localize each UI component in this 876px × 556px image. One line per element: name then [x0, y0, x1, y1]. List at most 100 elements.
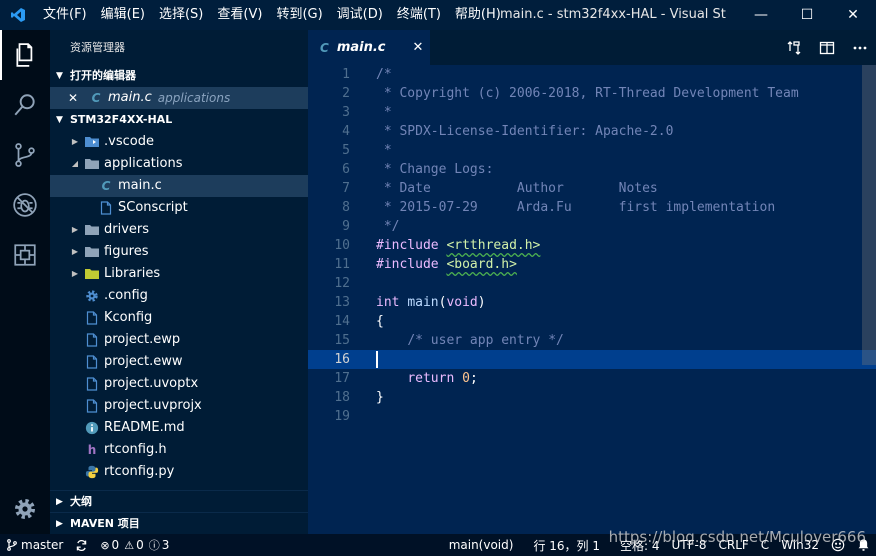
tab-close-icon[interactable]: ✕: [406, 40, 430, 55]
tree-item[interactable]: Kconfig: [50, 307, 308, 329]
code-line[interactable]: 14 {: [308, 312, 876, 331]
tree-item[interactable]: ▶ .vscode: [50, 131, 308, 153]
line-number: 12: [334, 276, 350, 291]
problems-indicator[interactable]: ⊗ 0 ⚠ 0 ⓘ 3: [94, 537, 175, 553]
line-text: return 0;: [376, 369, 477, 388]
tab-main-c[interactable]: C main.c ✕: [308, 30, 430, 65]
tree-item[interactable]: project.uvprojx: [50, 395, 308, 417]
sync-icon[interactable]: [69, 539, 94, 552]
code-token: 0: [462, 371, 470, 386]
tree-item[interactable]: README.md: [50, 417, 308, 439]
tree-item[interactable]: SConscript: [50, 197, 308, 219]
line-number: 1: [342, 67, 350, 82]
search-icon[interactable]: [0, 80, 50, 130]
code-line[interactable]: 12: [308, 274, 876, 293]
minimize-button[interactable]: —: [738, 0, 784, 30]
warning-count: 0: [136, 538, 144, 552]
tree-item[interactable]: Cmain.c: [50, 175, 308, 197]
code-line[interactable]: 2 * Copyright (c) 2006-2018, RT-Thread D…: [308, 84, 876, 103]
open-editors-header[interactable]: ▼ 打开的编辑器: [50, 65, 308, 87]
menu-file[interactable]: 文件(F): [36, 0, 94, 30]
debug-icon[interactable]: [0, 180, 50, 230]
code-line[interactable]: 15 /* user app entry */: [308, 331, 876, 350]
code-line[interactable]: 17 return 0;: [308, 369, 876, 388]
line-number: 8: [342, 200, 350, 215]
line-text: * Change Logs:: [376, 160, 494, 179]
info-icon: ⓘ: [148, 539, 160, 552]
folder-icon: [82, 157, 102, 171]
editor-tab-bar: C main.c ✕: [308, 30, 876, 65]
code-line[interactable]: 1 /*: [308, 65, 876, 84]
settings-gear-icon[interactable]: [0, 484, 50, 534]
code-line[interactable]: 13 int main(void): [308, 293, 876, 312]
tree-item[interactable]: project.eww: [50, 351, 308, 373]
maximize-button[interactable]: ☐: [784, 0, 830, 30]
git-branch-icon: [7, 539, 17, 551]
code-line[interactable]: 3 *: [308, 103, 876, 122]
outline-header[interactable]: ▶ 大纲: [50, 490, 308, 512]
tree-item[interactable]: project.uvoptx: [50, 373, 308, 395]
scrollbar-thumb[interactable]: [862, 65, 876, 365]
code-line[interactable]: 5 *: [308, 141, 876, 160]
extensions-icon[interactable]: [0, 230, 50, 280]
tree-item[interactable]: ▶ Libraries: [50, 263, 308, 285]
tree-item[interactable]: project.ewp: [50, 329, 308, 351]
code-editor[interactable]: 1 /* 2 * Copyright (c) 2006-2018, RT-Threa…: [308, 65, 876, 534]
code-token: */: [376, 219, 400, 234]
code-line[interactable]: 6 * Change Logs:: [308, 160, 876, 179]
line-number: 10: [334, 238, 350, 253]
code-token: #include: [376, 238, 447, 253]
code-line[interactable]: 11 #include <board.h>: [308, 255, 876, 274]
line-text: {: [376, 312, 384, 331]
menu-terminal[interactable]: 终端(T): [390, 0, 448, 30]
project-header[interactable]: ▼ STM32F4XX-HAL: [50, 109, 308, 131]
code-line[interactable]: 4 * SPDX-License-Identifier: Apache-2.0: [308, 122, 876, 141]
menu-edit[interactable]: 编辑(E): [94, 0, 152, 30]
code-line[interactable]: 9 */: [308, 217, 876, 236]
code-line[interactable]: 10 #include <rtthread.h>: [308, 236, 876, 255]
split-editor-icon[interactable]: [810, 40, 843, 56]
git-branch[interactable]: master: [0, 538, 69, 552]
vscode-folder-icon: [82, 135, 102, 149]
python-icon: [82, 465, 102, 479]
tree-item-label: drivers: [104, 222, 150, 237]
close-editor-icon[interactable]: ✕: [68, 87, 86, 109]
cursor-position[interactable]: 行 16，列 1: [527, 537, 614, 554]
menu-help[interactable]: 帮助(H): [448, 0, 508, 30]
menu-debug[interactable]: 调试(D): [330, 0, 390, 30]
menu-selection[interactable]: 选择(S): [152, 0, 210, 30]
code-line[interactable]: 8 * 2015-07-29 Arda.Fu first implementat…: [308, 198, 876, 217]
tree-item[interactable]: .config: [50, 285, 308, 307]
line-number: 9: [342, 219, 350, 234]
open-editors-label: 打开的编辑器: [70, 69, 136, 82]
window-controls: — ☐ ✕: [738, 0, 876, 30]
menu-view[interactable]: 查看(V): [210, 0, 269, 30]
c-file-icon: C: [91, 91, 101, 105]
files-icon[interactable]: [0, 30, 50, 80]
more-actions-icon[interactable]: [843, 40, 876, 56]
gear-icon: [82, 289, 102, 303]
code-line[interactable]: 7 * Date Author Notes: [308, 179, 876, 198]
code-line[interactable]: 19: [308, 407, 876, 426]
tree-item[interactable]: h rtconfig.h: [50, 439, 308, 461]
file-icon: [82, 333, 102, 347]
compare-changes-icon[interactable]: [777, 40, 810, 56]
line-number: 17: [334, 371, 350, 386]
menu-go[interactable]: 转到(G): [269, 0, 329, 30]
tree-item[interactable]: ◢ applications: [50, 153, 308, 175]
code-line[interactable]: 18}: [308, 388, 876, 407]
close-window-button[interactable]: ✕: [830, 0, 876, 30]
tree-item[interactable]: ▶ figures: [50, 241, 308, 263]
code-line[interactable]: 16: [308, 350, 876, 369]
current-function[interactable]: main(void): [443, 538, 528, 552]
line-number: 4: [342, 124, 350, 139]
tree-item[interactable]: ▶ drivers: [50, 219, 308, 241]
vscode-logo-icon: [0, 0, 36, 30]
maven-header[interactable]: ▶ MAVEN 项目: [50, 512, 308, 534]
source-control-icon[interactable]: [0, 130, 50, 180]
tree-item[interactable]: rtconfig.py: [50, 461, 308, 483]
file-tree: ▶ .vscode ◢ applications Cmain.c SConscript ▶ d…: [50, 131, 308, 483]
open-editor-item-main-c[interactable]: ✕ C main.c applications: [50, 87, 308, 109]
editor-scrollbar[interactable]: [862, 65, 876, 534]
